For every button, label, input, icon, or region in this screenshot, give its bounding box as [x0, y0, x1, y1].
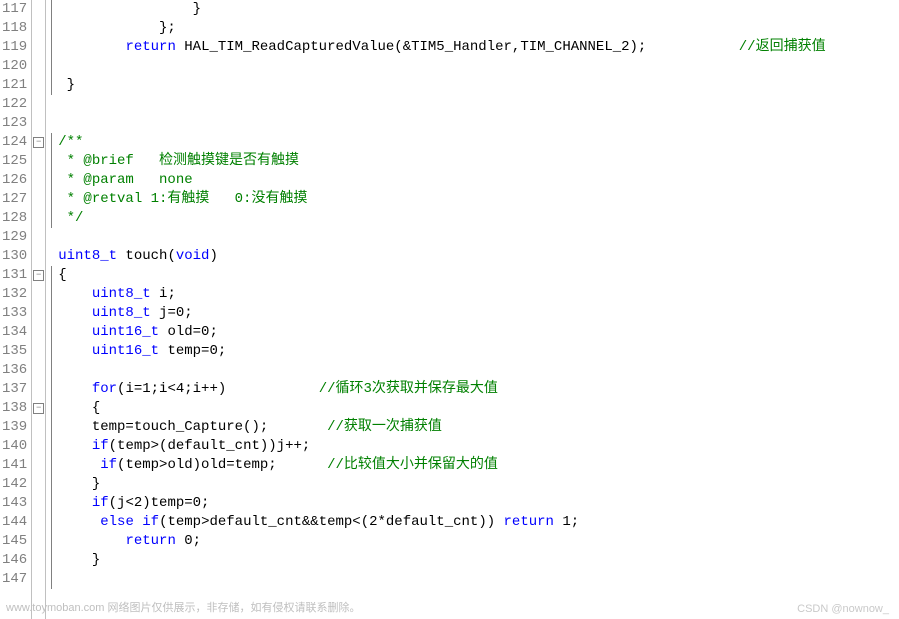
code-line[interactable]: uint8_t touch(void) — [58, 247, 899, 266]
scope-column — [46, 0, 58, 619]
line-number: 130 — [2, 247, 27, 266]
code-line[interactable]: return 0; — [58, 532, 899, 551]
line-number: 143 — [2, 494, 27, 513]
scope-indicator — [51, 133, 52, 228]
watermark-left: www.toymoban.com 网络图片仅供展示，非存储，如有侵权请联系删除。 — [6, 599, 360, 615]
line-number: 146 — [2, 551, 27, 570]
scope-indicator — [51, 266, 52, 589]
code-line[interactable]: */ — [58, 209, 899, 228]
code-line[interactable]: } — [58, 475, 899, 494]
line-number: 138 — [2, 399, 27, 418]
code-line[interactable]: return HAL_TIM_ReadCapturedValue(&TIM5_H… — [58, 38, 899, 57]
code-line[interactable]: * @param none — [58, 171, 899, 190]
code-line[interactable]: } — [58, 0, 899, 19]
line-number: 142 — [2, 475, 27, 494]
line-number: 126 — [2, 171, 27, 190]
line-number: 119 — [2, 38, 27, 57]
line-number: 147 — [2, 570, 27, 589]
line-number: 132 — [2, 285, 27, 304]
fold-toggle-icon[interactable]: − — [33, 270, 44, 281]
line-number: 125 — [2, 152, 27, 171]
line-number: 118 — [2, 19, 27, 38]
code-line[interactable]: { — [58, 266, 899, 285]
fold-column[interactable]: − − − — [32, 0, 46, 619]
line-number: 121 — [2, 76, 27, 95]
line-number: 124 — [2, 133, 27, 152]
code-line[interactable]: uint8_t j=0; — [58, 304, 899, 323]
line-number: 117 — [2, 0, 27, 19]
line-number: 137 — [2, 380, 27, 399]
code-line[interactable]: uint16_t temp=0; — [58, 342, 899, 361]
line-number: 136 — [2, 361, 27, 380]
line-number: 145 — [2, 532, 27, 551]
code-area[interactable]: } }; return HAL_TIM_ReadCapturedValue(&T… — [58, 0, 899, 619]
code-line[interactable]: }; — [58, 19, 899, 38]
line-number: 120 — [2, 57, 27, 76]
line-number: 139 — [2, 418, 27, 437]
fold-toggle-icon[interactable]: − — [33, 403, 44, 414]
line-number: 133 — [2, 304, 27, 323]
code-line[interactable]: /** — [58, 133, 899, 152]
code-line[interactable]: else if(temp>default_cnt&&temp<(2*defaul… — [58, 513, 899, 532]
code-line[interactable]: uint16_t old=0; — [58, 323, 899, 342]
code-line[interactable] — [58, 228, 899, 247]
scope-indicator — [51, 0, 52, 95]
line-number: 135 — [2, 342, 27, 361]
line-number: 128 — [2, 209, 27, 228]
line-number: 140 — [2, 437, 27, 456]
watermark-right: CSDN @nownow_ — [797, 603, 889, 615]
code-line[interactable]: { — [58, 399, 899, 418]
code-line[interactable]: if(temp>old)old=temp; //比较值大小并保留大的值 — [58, 456, 899, 475]
code-line[interactable]: * @retval 1:有触摸 0:没有触摸 — [58, 190, 899, 209]
code-line[interactable]: if(j<2)temp=0; — [58, 494, 899, 513]
line-number: 141 — [2, 456, 27, 475]
code-line[interactable] — [58, 95, 899, 114]
line-number: 131 — [2, 266, 27, 285]
code-line[interactable]: * @brief 检测触摸键是否有触摸 — [58, 152, 899, 171]
code-line[interactable]: } — [58, 551, 899, 570]
fold-toggle-icon[interactable]: − — [33, 137, 44, 148]
code-line[interactable]: uint8_t i; — [58, 285, 899, 304]
line-number: 134 — [2, 323, 27, 342]
line-number: 129 — [2, 228, 27, 247]
code-line[interactable] — [58, 361, 899, 380]
line-number-gutter: 1171181191201211221231241251261271281291… — [0, 0, 32, 619]
code-editor[interactable]: 1171181191201211221231241251261271281291… — [0, 0, 899, 619]
code-line[interactable]: if(temp>(default_cnt))j++; — [58, 437, 899, 456]
line-number: 144 — [2, 513, 27, 532]
line-number: 123 — [2, 114, 27, 133]
line-number: 122 — [2, 95, 27, 114]
code-line[interactable]: for(i=1;i<4;i++) //循环3次获取并保存最大值 — [58, 380, 899, 399]
code-line[interactable]: } — [58, 76, 899, 95]
line-number: 127 — [2, 190, 27, 209]
code-line[interactable] — [58, 114, 899, 133]
code-line[interactable] — [58, 570, 899, 589]
code-line[interactable]: temp=touch_Capture(); //获取一次捕获值 — [58, 418, 899, 437]
code-line[interactable] — [58, 57, 899, 76]
